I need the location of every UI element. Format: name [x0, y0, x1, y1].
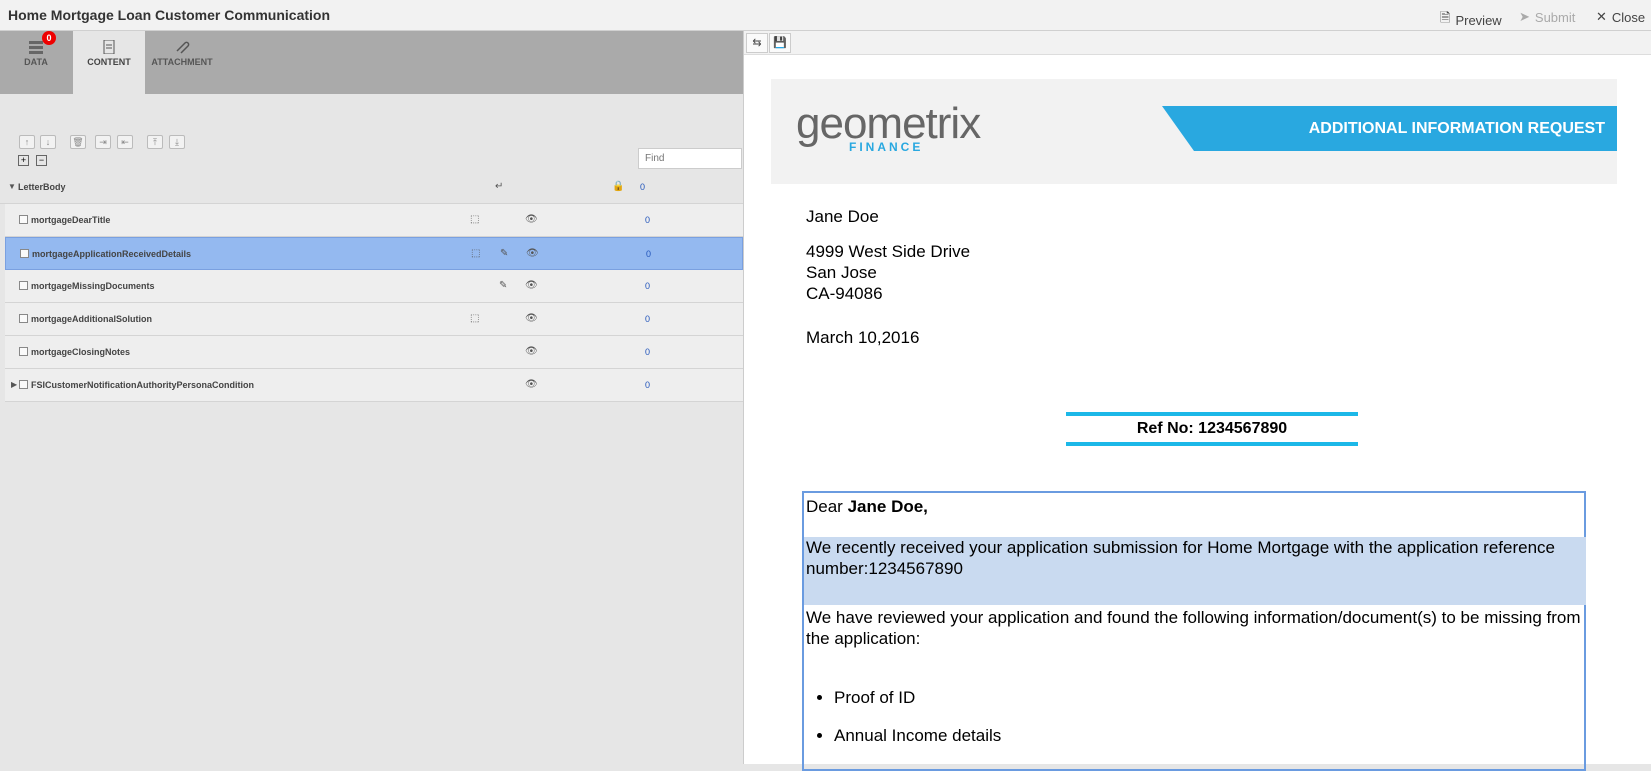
address-state: CA-94086	[806, 284, 883, 303]
list-item: Proof of ID	[834, 688, 1001, 726]
indent-button[interactable]: ⇥	[95, 135, 111, 149]
data-badge: 0	[42, 31, 56, 45]
tab-attachment[interactable]: ATTACHMENT	[146, 31, 218, 94]
submit-button[interactable]: ➤ Submit	[1519, 9, 1575, 25]
collapsed-arrow-icon[interactable]: ▶	[11, 380, 17, 389]
address-city: San Jose	[806, 263, 877, 282]
insert-below-button[interactable]: ⤓	[169, 135, 185, 149]
close-icon: ✕	[1596, 9, 1607, 24]
letter-header: geometrix FINANCE ADDITIONAL INFORMATION…	[771, 79, 1617, 184]
condition-icon	[19, 380, 28, 389]
dotted-box-icon[interactable]: ⬚	[470, 214, 479, 225]
delete-button[interactable]: 🗑	[70, 135, 86, 149]
data-icon	[29, 41, 43, 54]
eye-icon[interactable]: 👁	[525, 346, 538, 357]
tree-row-condition[interactable]: ▶ FSICustomerNotificationAuthorityPerson…	[5, 369, 743, 402]
tree-row[interactable]: mortgageDearTitle ⬚ 👁 0	[5, 204, 743, 237]
dotted-box-icon[interactable]: ⬚	[470, 313, 479, 324]
move-up-button[interactable]: ↑	[19, 135, 35, 149]
tree-row[interactable]: mortgageMissingDocuments ✎ 👁 0	[5, 270, 743, 303]
expand-all-icon[interactable]: +	[18, 155, 29, 166]
preview-button[interactable]: 🗎 Preview	[1440, 9, 1502, 31]
expanded-arrow-icon[interactable]: ▼	[8, 182, 16, 191]
insert-above-button[interactable]: ⤒	[147, 135, 163, 149]
text-module-icon	[20, 249, 29, 258]
eye-icon[interactable]: 👁	[525, 379, 538, 390]
paperclip-icon	[176, 41, 190, 54]
title-bar: Home Mortgage Loan Customer Communicatio…	[0, 0, 1651, 31]
tree-row[interactable]: mortgageClosingNotes 👁 0	[5, 336, 743, 369]
content-panel: DATA 0 CONTENT ATTACHMENT ↑ ↓ 🗑 ⇥ ⇤ ⤒ ⤓ …	[0, 31, 743, 764]
salutation: Dear Jane Doe,	[806, 497, 928, 516]
tree-group-letterbody[interactable]: ▼ LetterBody ↵ 🔒 0	[0, 171, 743, 204]
preview-toolbar: ⇆ 💾	[744, 31, 1651, 55]
text-module-icon	[19, 347, 28, 356]
eye-icon[interactable]: 👁	[525, 280, 538, 291]
list-item: Annual Income details	[834, 726, 1001, 764]
letter-body-editor[interactable]: Dear Jane Doe, We recently received your…	[802, 491, 1586, 771]
letter-date: March 10,2016	[806, 328, 920, 347]
tab-bar: DATA 0 CONTENT ATTACHMENT	[0, 31, 743, 94]
missing-documents-list: Proof of ID Annual Income details	[834, 688, 1001, 764]
tab-data[interactable]: DATA 0	[0, 31, 72, 94]
address-street: 4999 West Side Drive	[806, 242, 971, 261]
header-ribbon: ADDITIONAL INFORMATION REQUEST	[1162, 106, 1617, 151]
application-received-paragraph[interactable]: We recently received your application su…	[806, 537, 1582, 579]
tree-row[interactable]: mortgageAdditionalSolution ⬚ 👁 0	[5, 303, 743, 336]
recipient-name: Jane Doe	[806, 207, 879, 226]
collapse-all-icon[interactable]: −	[36, 155, 47, 166]
save-button[interactable]: 💾	[769, 33, 791, 53]
text-module-icon	[19, 281, 28, 290]
lock-icon: 🔒	[612, 181, 625, 192]
find-input[interactable]	[638, 148, 742, 169]
missing-documents-paragraph[interactable]: We have reviewed your application and fo…	[806, 607, 1582, 649]
dotted-box-icon[interactable]: ⬚	[471, 248, 480, 259]
edit-icon[interactable]: ✎	[499, 280, 507, 291]
tab-content[interactable]: CONTENT	[73, 31, 145, 94]
logo-subtitle: FINANCE	[849, 140, 924, 154]
send-icon: ➤	[1519, 9, 1530, 24]
outdent-button[interactable]: ⇤	[117, 135, 133, 149]
eye-icon[interactable]: 👁	[525, 214, 538, 225]
move-down-button[interactable]: ↓	[40, 135, 56, 149]
reference-number: Ref No: 1234567890	[1066, 412, 1358, 446]
document-icon	[103, 40, 115, 54]
text-module-icon	[19, 314, 28, 323]
eye-icon[interactable]: 👁	[525, 313, 538, 324]
toolbar: ↑ ↓ 🗑 ⇥ ⇤ ⤒ ⤓	[0, 94, 743, 178]
preview-panel: ⇆ 💾 geometrix FINANCE ADDITIONAL INFORMA…	[743, 31, 1651, 771]
text-module-icon	[19, 215, 28, 224]
eye-icon[interactable]: 👁	[526, 248, 539, 259]
return-icon[interactable]: ↵	[495, 181, 503, 192]
tree-row-selected[interactable]: mortgageApplicationReceivedDetails ⬚ ✎ 👁…	[5, 237, 743, 270]
close-button[interactable]: ✕ Close	[1596, 9, 1645, 25]
edit-icon[interactable]: ✎	[500, 248, 508, 259]
app-title: Home Mortgage Loan Customer Communicatio…	[8, 7, 331, 23]
swap-panels-button[interactable]: ⇆	[746, 33, 768, 53]
preview-icon: 🗎	[1440, 10, 1451, 25]
